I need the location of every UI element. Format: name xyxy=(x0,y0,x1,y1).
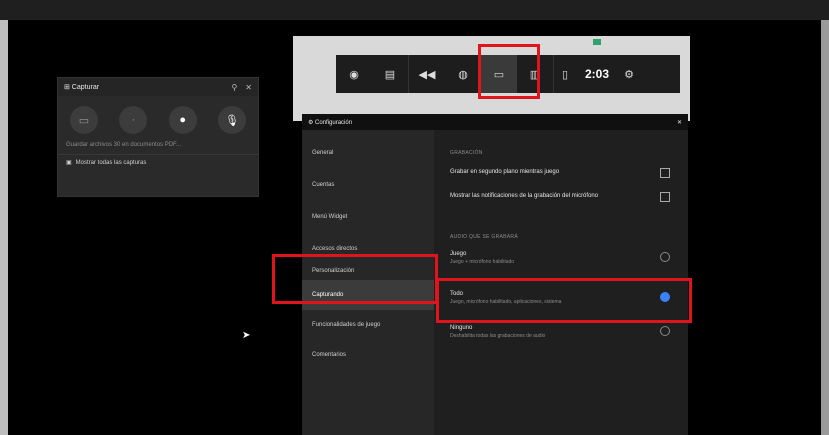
show-all-captures-button[interactable]: ▣ Mostrar todas las capturas xyxy=(58,154,258,170)
show-all-label: Mostrar todas las capturas xyxy=(75,159,147,166)
gallery-icon: ▣ xyxy=(66,160,72,166)
capture-message: Guardar archivos 30 en documentos PDF... xyxy=(66,142,182,148)
widget-icon: ▤ xyxy=(384,68,396,81)
background-record-checkbox[interactable] xyxy=(660,168,670,178)
xbox-icon: ◉ xyxy=(349,68,359,81)
xbox-button[interactable]: ◉ xyxy=(336,55,372,93)
nav-item-general[interactable]: General xyxy=(302,138,434,168)
record-last-icon: · xyxy=(131,114,136,126)
settings-button[interactable]: ⚙ xyxy=(618,55,640,93)
audio-option-label: Juego xyxy=(450,251,467,257)
section-audio: AUDIO QUE SE GRABARÁ xyxy=(450,234,518,240)
camera-icon: ▭ xyxy=(78,114,90,127)
audio-option-none[interactable]: Ninguno Deshabilita todas las grabacione… xyxy=(450,324,660,340)
settings-header: ⚙ Configuración ✕ xyxy=(302,114,688,130)
mic-notifications-checkbox[interactable] xyxy=(660,192,670,202)
audio-icon: ◀◀ xyxy=(418,68,436,81)
social-button[interactable]: ▯ xyxy=(553,55,576,93)
capture-widget: ⊞ Capturar ⚲ ✕ ▭ · ● 🎙 Guardar archivos … xyxy=(57,77,259,197)
audio-option-game[interactable]: Juego Juego + micrófono habilitado xyxy=(450,250,660,266)
camera-icon: ◍ xyxy=(458,68,468,81)
record-icon: ● xyxy=(179,114,186,126)
clock: 2:03 xyxy=(584,67,610,81)
radio-game[interactable] xyxy=(660,252,670,262)
settings-title: ⚙ Configuración xyxy=(308,119,353,126)
mic-icon: 🎙 xyxy=(225,114,239,127)
nav-item-gaming-features[interactable]: Funcionalidades de juego xyxy=(302,310,434,340)
audio-button[interactable]: ◀◀ xyxy=(408,55,445,93)
top-strip xyxy=(0,0,829,20)
mic-button[interactable]: 🎙 xyxy=(217,106,246,134)
audio-option-label: Ninguno xyxy=(450,325,473,331)
opt-background-record: Grabar en segundo plano mientras juego xyxy=(450,169,560,175)
close-icon[interactable]: ✕ xyxy=(245,83,252,92)
record-button[interactable]: ● xyxy=(168,106,197,134)
capture-header: ⊞ Capturar ⚲ ✕ xyxy=(58,78,258,96)
highlight-box-option xyxy=(436,278,692,323)
widget-button[interactable]: ▤ xyxy=(372,55,408,93)
mouse-cursor-icon: ➤ xyxy=(242,330,251,341)
capture-toggle-button[interactable]: ◍ xyxy=(445,55,481,93)
phone-icon: ▯ xyxy=(561,68,569,81)
nav-item-feedback[interactable]: Comentarios xyxy=(302,340,434,370)
pin-icon[interactable]: ⚲ xyxy=(231,83,237,92)
gear-icon: ⚙ xyxy=(624,68,634,81)
screenshot-button[interactable]: ▭ xyxy=(70,106,98,134)
record-last-button[interactable]: · xyxy=(119,106,148,134)
radio-none[interactable] xyxy=(660,326,670,336)
highlight-box-nav xyxy=(272,254,438,304)
close-icon[interactable]: ✕ xyxy=(677,119,682,126)
highlight-box-gamebar xyxy=(478,44,540,99)
audio-option-sub: Juego + micrófono habilitado xyxy=(450,259,515,265)
audio-option-sub: Deshabilita todas las grabaciones de aud… xyxy=(450,333,546,339)
nav-item-widget-menu[interactable]: Menú Widget xyxy=(302,202,434,232)
capture-title: ⊞ Capturar xyxy=(64,84,100,91)
nav-item-accounts[interactable]: Cuentas xyxy=(302,170,434,200)
opt-mic-notifications: Mostrar las notificaciones de la grabaci… xyxy=(450,193,599,199)
status-indicator xyxy=(593,39,601,45)
section-recording: GRABACIÓN xyxy=(450,150,483,156)
